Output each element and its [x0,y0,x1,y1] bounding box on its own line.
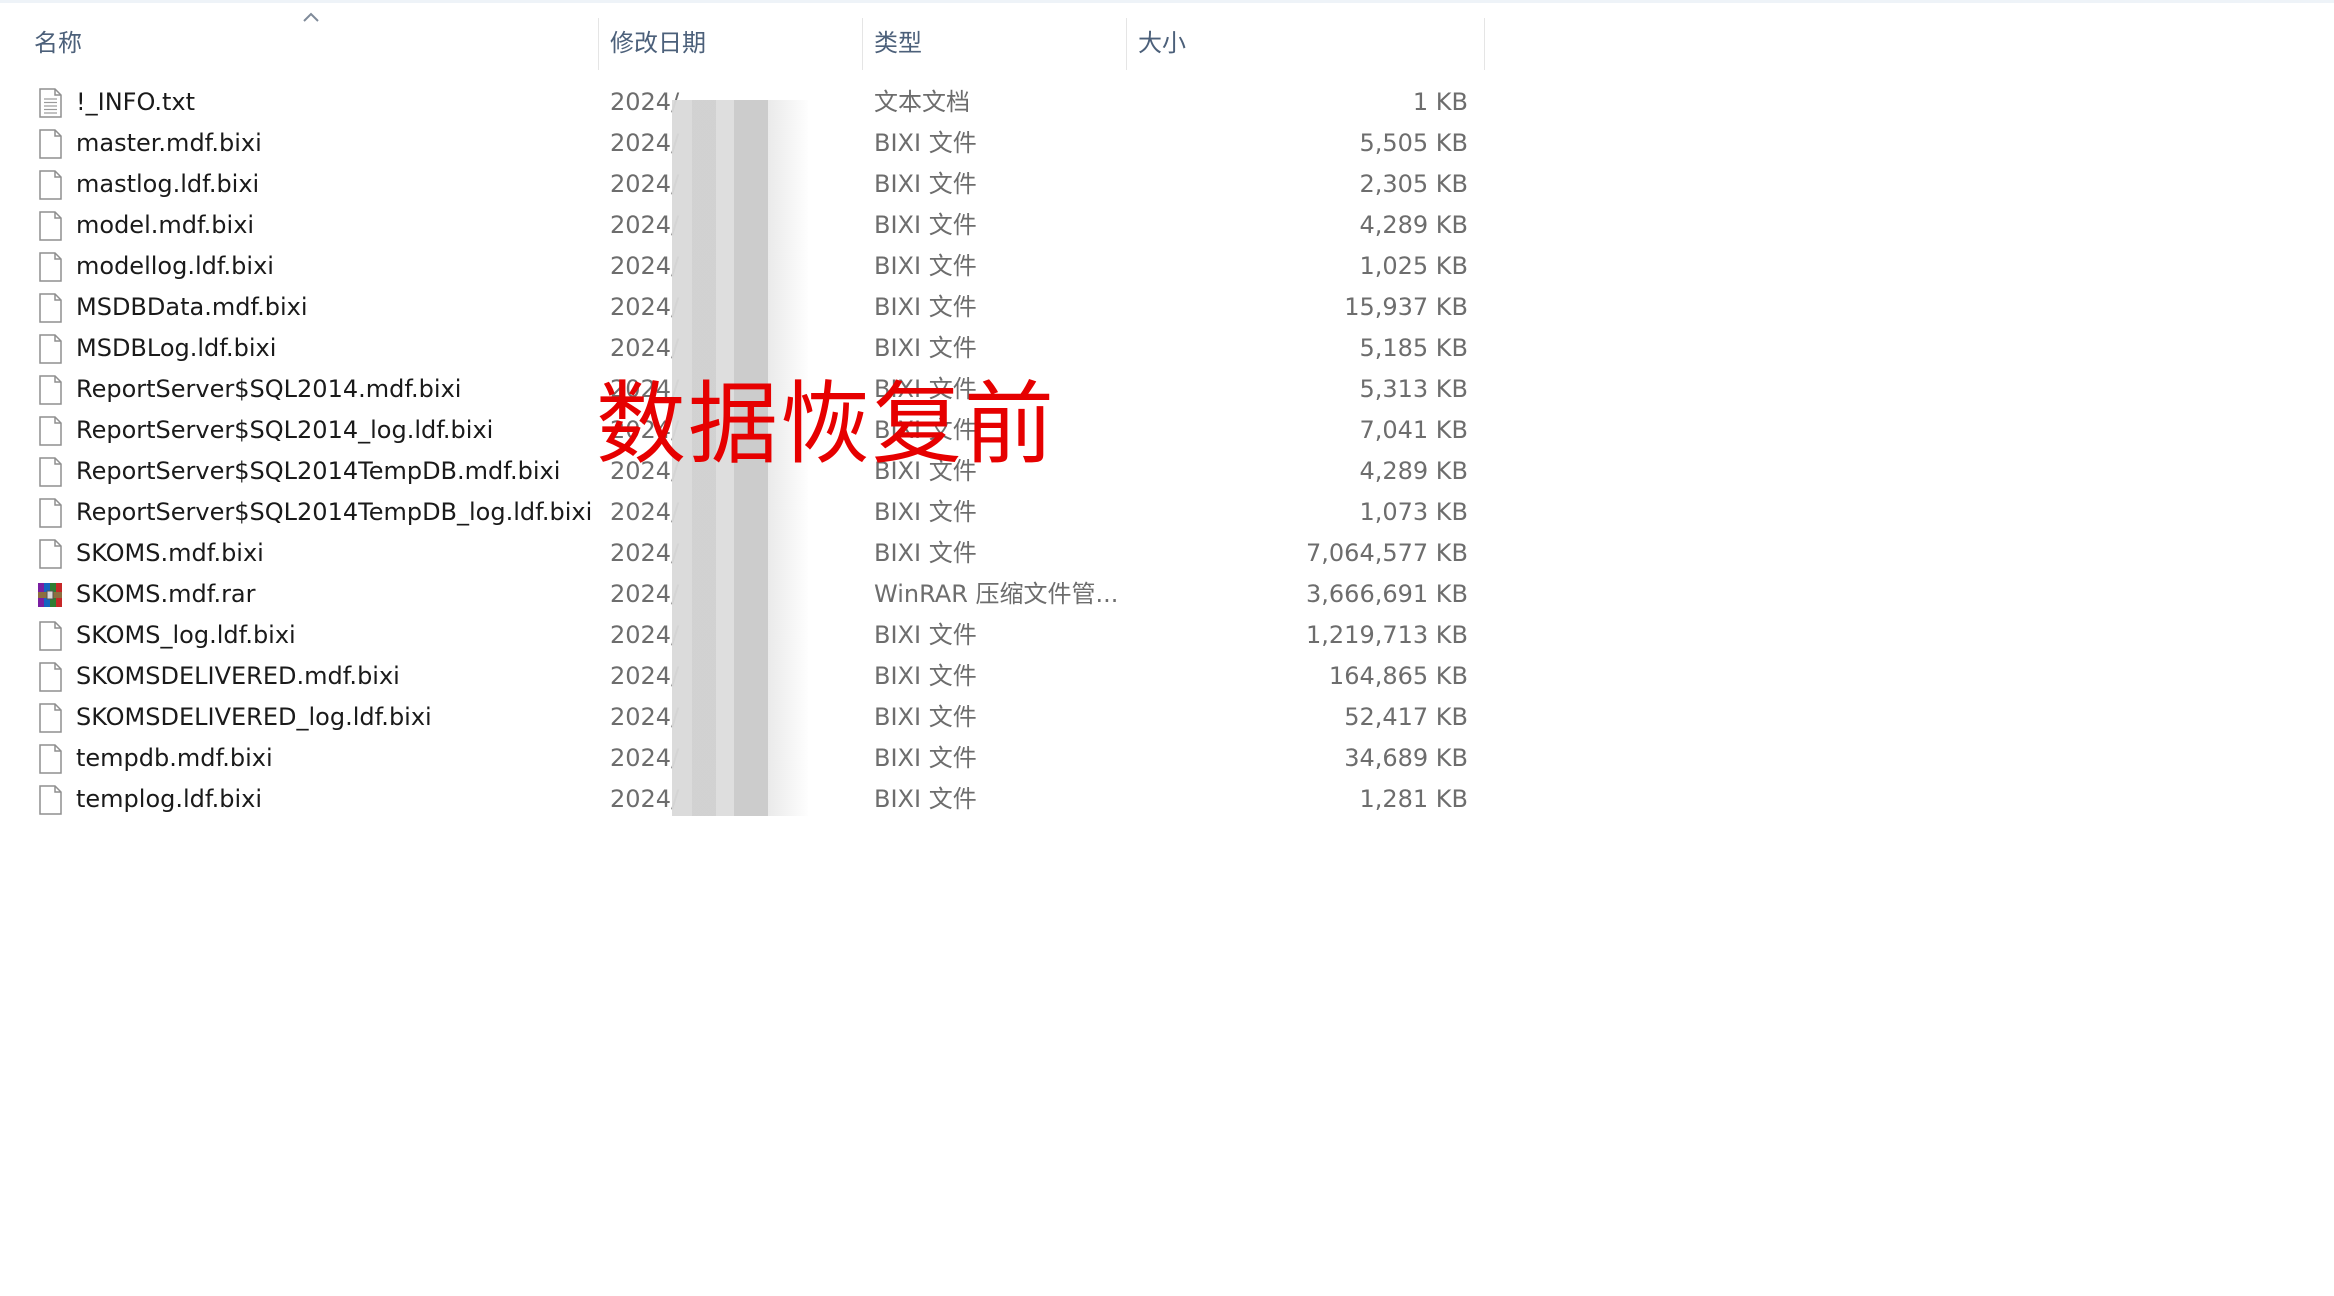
file-modified-date: 2024/ [610,785,680,813]
file-size: 5,313 KB [1359,375,1468,403]
file-modified-date: 2024/ [610,703,680,731]
blank-file-icon [39,211,62,241]
file-type: BIXI 文件 [874,129,977,157]
file-size: 5,185 KB [1359,334,1468,362]
column-header-bar: 名称 修改日期 类型 大小 [0,0,1485,70]
file-size: 7,041 KB [1359,416,1468,444]
file-type: BIXI 文件 [874,662,977,690]
file-size: 1,025 KB [1359,252,1468,280]
blank-file-icon [39,662,62,692]
file-size: 1,281 KB [1359,785,1468,813]
file-name: SKOMS.mdf.rar [76,580,256,608]
blank-file-icon [39,498,62,528]
file-name: mastlog.ldf.bixi [76,170,260,198]
file-type: BIXI 文件 [874,703,977,731]
file-name: ReportServer$SQL2014.mdf.bixi [76,375,462,403]
file-modified-date: 2024/ [610,211,680,239]
file-name: MSDBLog.ldf.bixi [76,334,277,362]
file-modified-date: 2024/ [610,88,680,116]
file-name: modellog.ldf.bixi [76,252,274,280]
file-type: BIXI 文件 [874,293,977,321]
file-size: 1 KB [1412,88,1468,116]
file-modified-date: 2024/ [610,662,680,690]
file-name: ReportServer$SQL2014TempDB.mdf.bixi [76,457,561,485]
file-type: BIXI 文件 [874,170,977,198]
file-size: 4,289 KB [1359,211,1468,239]
file-modified-date: 2024/ [610,744,680,772]
blank-file-icon [39,621,62,651]
file-size: 4,289 KB [1359,457,1468,485]
file-size: 164,865 KB [1328,662,1468,690]
file-size: 15,937 KB [1344,293,1468,321]
column-header-date[interactable]: 修改日期 [600,18,862,70]
file-type: 文本文档 [874,88,970,116]
file-name: templog.ldf.bixi [76,785,263,813]
column-divider[interactable] [1126,18,1127,70]
column-divider[interactable] [598,18,599,70]
file-type: BIXI 文件 [874,539,977,567]
file-name: SKOMS.mdf.bixi [76,539,264,567]
file-type: BIXI 文件 [874,498,977,526]
file-size: 2,305 KB [1359,170,1468,198]
file-size: 1,219,713 KB [1306,621,1468,649]
file-modified-date: 2024/ [610,539,680,567]
column-header-name[interactable]: 名称 [24,18,598,70]
blank-file-icon [39,375,62,405]
blank-file-icon [39,293,62,323]
text-file-icon [39,88,62,118]
file-type: BIXI 文件 [874,785,977,813]
file-name: SKOMSDELIVERED_log.ldf.bixi [76,703,432,731]
file-name: ReportServer$SQL2014_log.ldf.bixi [76,416,494,444]
file-modified-date: 2024/ [610,293,680,321]
file-size: 52,417 KB [1344,703,1468,731]
file-type: BIXI 文件 [874,334,977,362]
file-type: WinRAR 压缩文件管... [874,580,1119,608]
file-size: 5,505 KB [1359,129,1468,157]
file-name: MSDBData.mdf.bixi [76,293,308,321]
winrar-archive-icon [38,583,62,607]
file-modified-date: 2024/ [610,252,680,280]
blank-file-icon [39,334,62,364]
file-name: SKOMS_log.ldf.bixi [76,621,296,649]
file-name: tempdb.mdf.bixi [76,744,273,772]
blank-file-icon [39,129,62,159]
file-size: 1,073 KB [1359,498,1468,526]
file-name: model.mdf.bixi [76,211,255,239]
file-name: !_INFO.txt [76,88,196,116]
file-name: ReportServer$SQL2014TempDB_log.ldf.bixi [76,498,593,526]
column-divider[interactable] [1484,18,1485,70]
file-modified-date: 2024/ [610,498,680,526]
file-size: 7,064,577 KB [1306,539,1468,567]
blank-file-icon [39,703,62,733]
file-size: 34,689 KB [1344,744,1468,772]
blank-file-icon [39,416,62,446]
annotation-overlay-text: 数据恢复前 [596,372,1056,477]
blank-file-icon [39,252,62,282]
blank-file-icon [39,170,62,200]
column-divider[interactable] [862,18,863,70]
blank-file-icon [39,744,62,774]
blank-file-icon [39,539,62,569]
blank-file-icon [39,457,62,487]
file-modified-date: 2024/ [610,580,680,608]
file-modified-date: 2024/ [610,129,680,157]
file-modified-date: 2024/ [610,170,680,198]
file-name: master.mdf.bixi [76,129,262,157]
column-header-type[interactable]: 类型 [864,18,1126,70]
column-header-size[interactable]: 大小 [1128,18,1484,70]
file-type: BIXI 文件 [874,211,977,239]
file-type: BIXI 文件 [874,621,977,649]
file-modified-date: 2024/ [610,334,680,362]
file-name: SKOMSDELIVERED.mdf.bixi [76,662,400,690]
blank-file-icon [39,785,62,815]
file-size: 3,666,691 KB [1306,580,1468,608]
file-type: BIXI 文件 [874,252,977,280]
file-type: BIXI 文件 [874,744,977,772]
file-modified-date: 2024/ [610,621,680,649]
